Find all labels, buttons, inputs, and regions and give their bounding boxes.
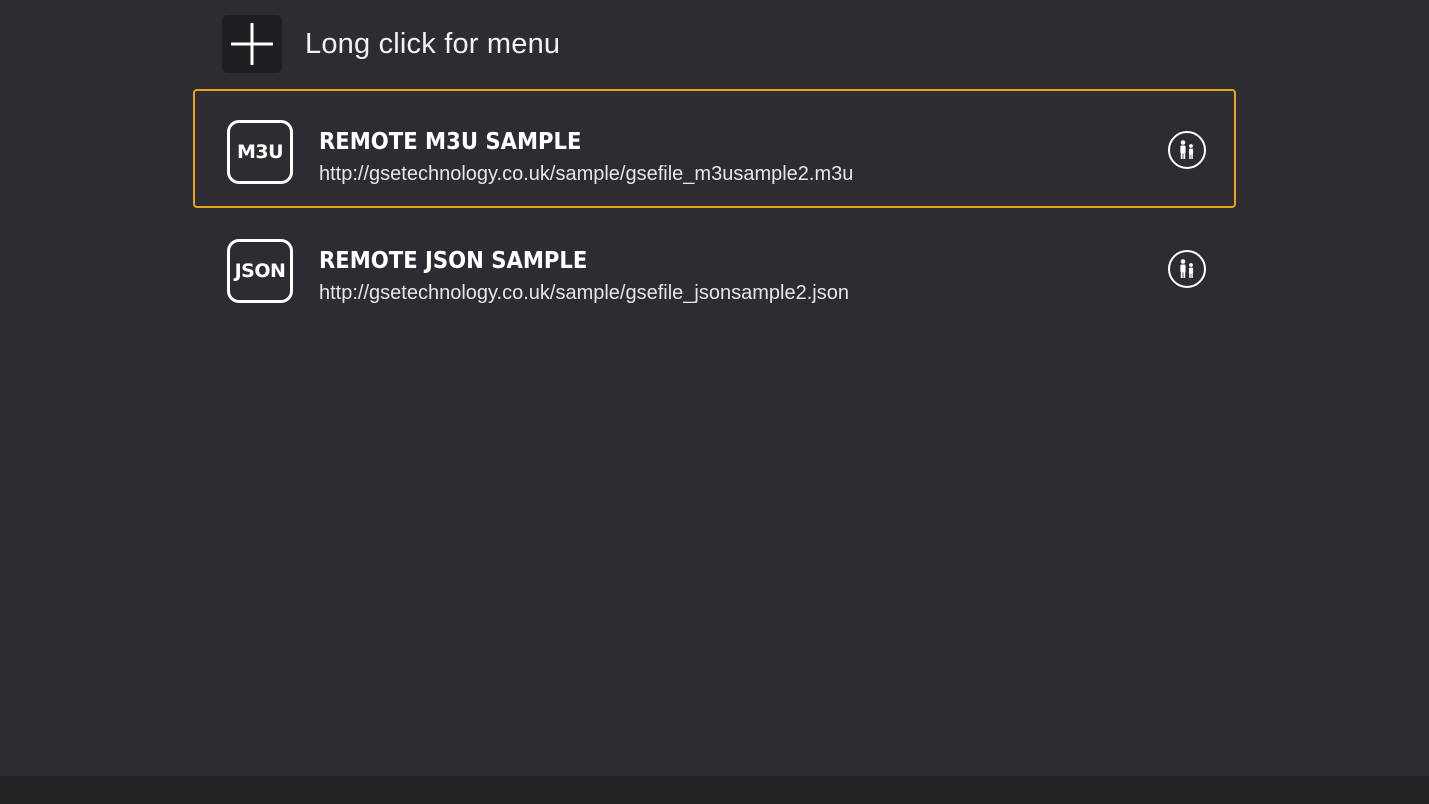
plus-icon: [231, 23, 273, 65]
playlist-list: M3U REMOTE M3U SAMPLE http://gsetechnolo…: [193, 89, 1236, 327]
playlist-title: REMOTE JSON SAMPLE: [319, 248, 588, 274]
playlist-item-json[interactable]: JSON REMOTE JSON SAMPLE http://gsetechno…: [193, 208, 1236, 327]
playlist-screen: Long click for menu M3U REMOTE M3U SAMPL…: [0, 0, 1429, 804]
add-playlist-row[interactable]: Long click for menu: [222, 15, 560, 73]
playlist-item-m3u[interactable]: M3U REMOTE M3U SAMPLE http://gsetechnolo…: [193, 89, 1236, 208]
family-icon[interactable]: [1168, 131, 1206, 169]
playlist-url: http://gsetechnology.co.uk/sample/gsefil…: [319, 163, 854, 185]
m3u-format-badge: M3U: [227, 120, 293, 184]
family-figures-icon: [1180, 259, 1194, 278]
add-playlist-label: Long click for menu: [305, 27, 561, 60]
json-format-badge: JSON: [227, 239, 293, 303]
add-playlist-button[interactable]: [222, 15, 282, 73]
bottom-bar: [0, 776, 1429, 804]
playlist-url: http://gsetechnology.co.uk/sample/gsefil…: [319, 282, 849, 304]
playlist-title: REMOTE M3U SAMPLE: [319, 129, 582, 155]
family-figures-icon: [1180, 140, 1194, 159]
family-icon[interactable]: [1168, 250, 1206, 288]
